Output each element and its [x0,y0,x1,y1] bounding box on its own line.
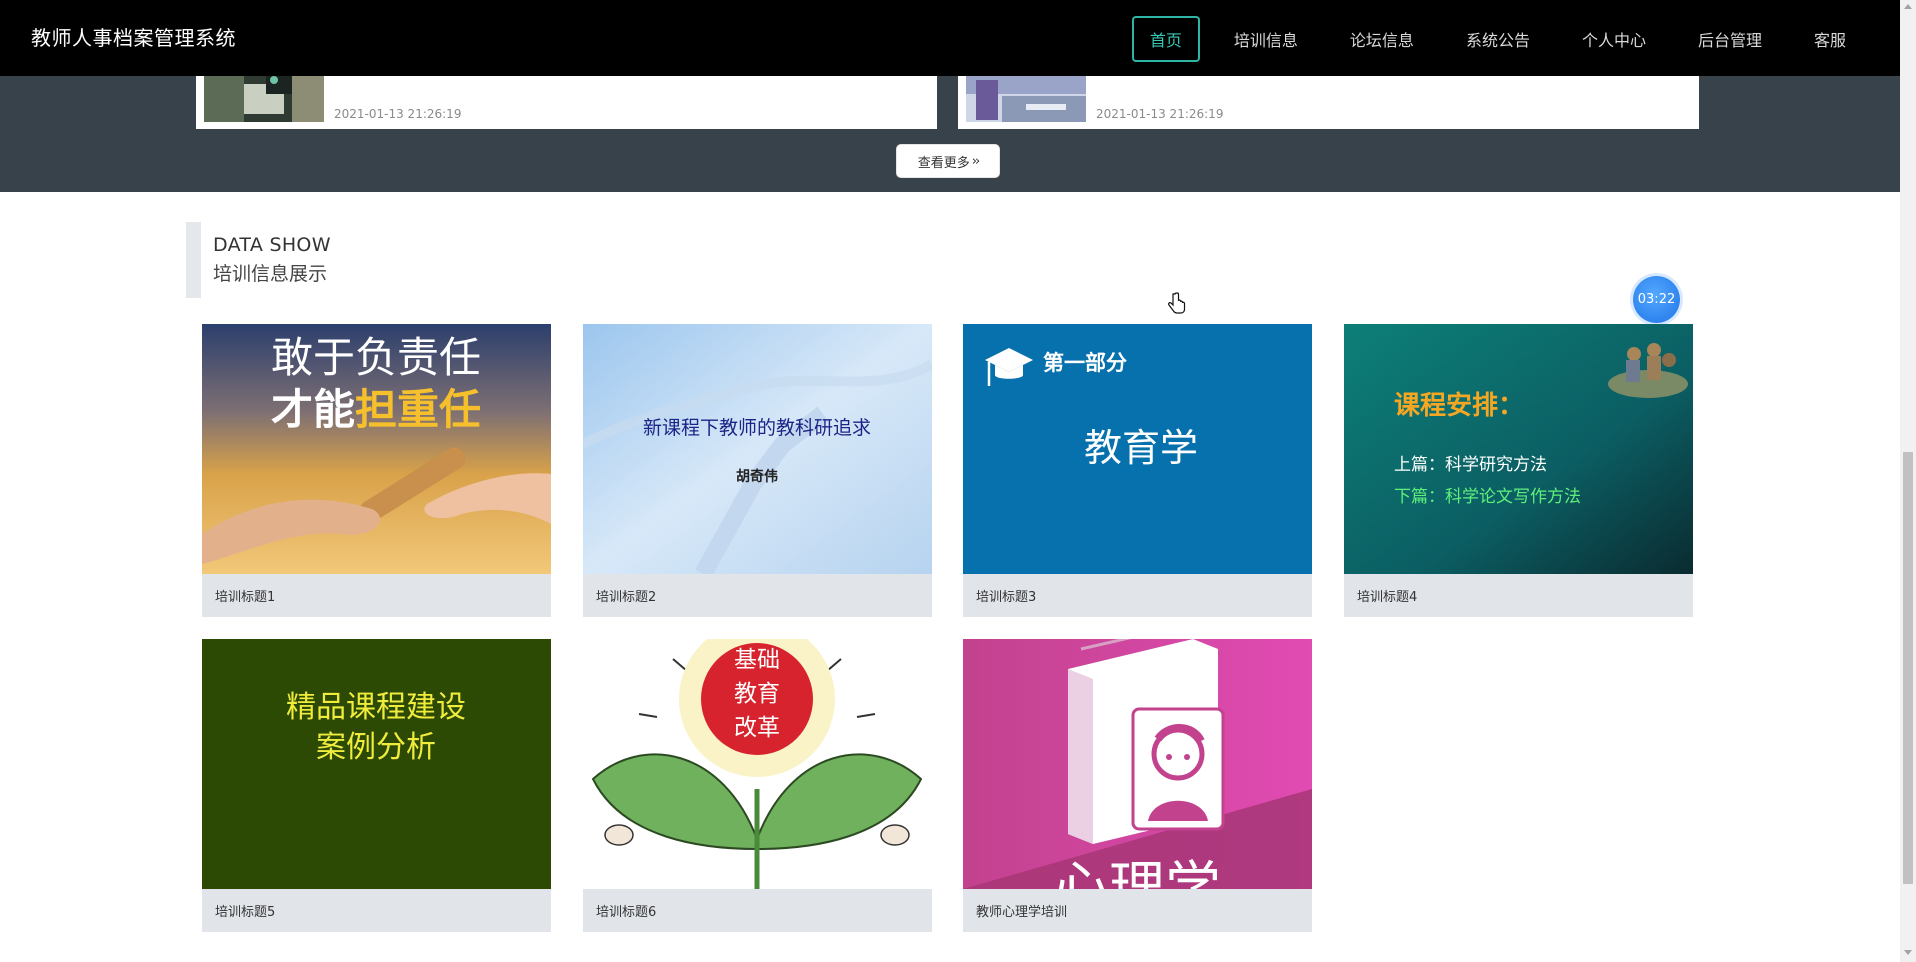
training-image-text: 新课程下教师的教科研追求 [643,417,871,439]
news-thumbnail [204,76,324,122]
training-image: 课程安排： 上篇：科学研究方法 下篇：科学论文写作方法 [1344,324,1693,574]
page: 教师人事档案管理系统 首页 培训信息 论坛信息 系统公告 个人中心 后台管理 客… [0,0,1916,962]
app-title: 教师人事档案管理系统 [31,26,236,50]
scrollbar-up-arrow[interactable] [1904,4,1912,9]
training-image-text: 心理学 [1053,856,1221,889]
training-image-text: 教育 [734,681,780,707]
scrollbar-thumb[interactable] [1903,452,1913,884]
news-time: 2021-01-13 21:26:19 [1096,107,1224,121]
news-card[interactable]: 2021-01-13 21:26:19 [958,76,1699,129]
top-navbar: 教师人事档案管理系统 首页 培训信息 论坛信息 系统公告 个人中心 后台管理 客… [0,0,1900,76]
training-image-text: 教育学 [1084,426,1198,470]
training-caption: 培训标题2 [596,590,657,605]
page-scrollbar[interactable] [1900,0,1916,962]
training-caption: 培训标题6 [596,905,657,920]
training-caption: 培训标题4 [1357,590,1418,605]
training-caption: 教师心理学培训 [976,905,1068,920]
training-image-text: 敢于负责任 [271,333,481,382]
news-thumbnail [966,76,1086,122]
training-image: 基础 教育 改革 [583,639,932,889]
section-title-en: DATA SHOW [213,234,331,256]
svg-text:才能担重任: 才能担重任 [271,385,481,434]
training-image-text: 改革 [734,715,780,741]
view-more-button[interactable]: 查看更多 ›› [896,144,1000,178]
nav-item-service[interactable]: 客服 [1796,16,1864,62]
training-image: 新课程下教师的教科研追求 胡奇伟 [583,324,932,574]
timer-badge[interactable]: 03:22 [1633,276,1680,323]
nav-item-forum[interactable]: 论坛信息 [1332,16,1432,62]
training-image-text: 胡奇伟 [736,468,778,485]
double-chevron-right-icon: ›› [971,153,981,169]
nav-item-personal-center[interactable]: 个人中心 [1564,16,1664,62]
news-time: 2021-01-13 21:26:19 [334,107,462,121]
training-card[interactable]: 第一部分 教育学 培训标题3 [963,324,1312,617]
training-card[interactable]: 新课程下教师的教科研追求 胡奇伟 培训标题2 [583,324,932,617]
nav-item-admin[interactable]: 后台管理 [1680,16,1780,62]
training-image-text: 第一部分 [1043,351,1127,375]
training-card[interactable]: 基础 教育 改革 培训标题6 [583,639,932,932]
training-caption: 培训标题5 [215,905,276,920]
nav-item-announcements[interactable]: 系统公告 [1448,16,1548,62]
training-image-text: 精品课程建设 [286,690,466,725]
training-image-text: 课程安排： [1394,391,1524,421]
hand-cursor-icon [1168,292,1186,320]
training-card[interactable]: 敢于负责任 才能担重任 培训标题1 [202,324,551,617]
training-image: 敢于负责任 才能担重任 [202,324,551,574]
training-image-text: 基础 [734,647,780,673]
training-caption: 培训标题3 [976,590,1037,605]
training-card[interactable]: 心理学 教师心理学培训 [963,639,1312,932]
nav-item-training[interactable]: 培训信息 [1216,16,1316,62]
scrollbar-down-arrow[interactable] [1904,950,1912,955]
nav-item-home[interactable]: 首页 [1131,16,1200,62]
training-image-text: 案例分析 [316,730,436,765]
training-image: 心理学 [963,639,1312,889]
training-image-text: 担重任 [355,385,481,434]
training-image-text: 上篇：科学研究方法 [1394,455,1547,475]
section-title-cn: 培训信息展示 [213,263,328,285]
training-image-text: 下篇：科学论文写作方法 [1394,487,1581,507]
training-card[interactable]: 精品课程建设 案例分析 培训标题5 [202,639,551,932]
training-image: 精品课程建设 案例分析 [202,639,551,889]
training-caption: 培训标题1 [215,590,276,605]
news-card[interactable]: 2021-01-13 21:26:19 [196,76,937,129]
training-card[interactable]: 课程安排： 上篇：科学研究方法 下篇：科学论文写作方法 培训标题4 [1344,324,1693,617]
training-image-text: 才能 [271,385,355,434]
training-image: 第一部分 教育学 [963,324,1312,574]
section-title: DATA SHOW 培训信息展示 [186,222,331,298]
nav-menu: 首页 培训信息 论坛信息 系统公告 个人中心 后台管理 客服 [1116,16,1864,62]
view-more-label: 查看更多 [917,155,970,171]
